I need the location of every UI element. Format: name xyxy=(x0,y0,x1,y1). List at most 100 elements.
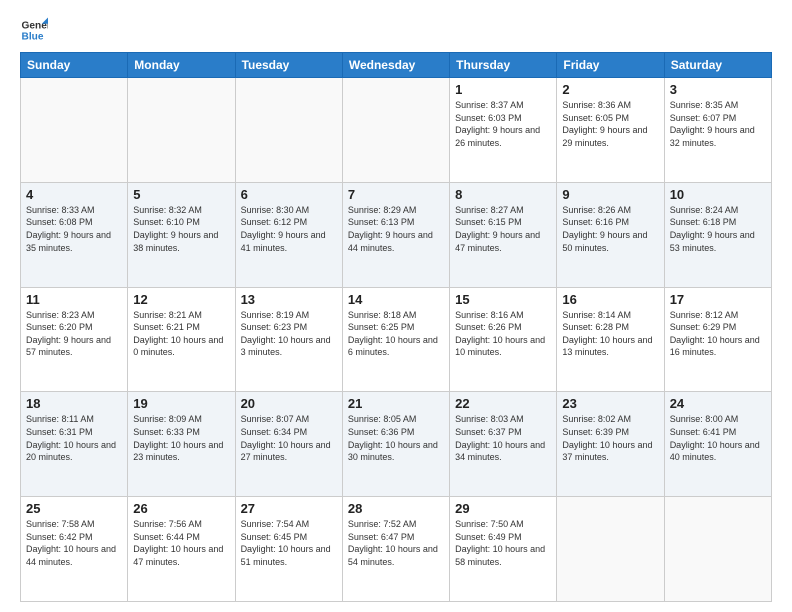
day-cell: 21 Sunrise: 8:05 AM Sunset: 6:36 PM Dayli… xyxy=(342,392,449,497)
day-number: 3 xyxy=(670,82,766,97)
day-cell: 26 Sunrise: 7:56 AM Sunset: 6:44 PM Dayli… xyxy=(128,497,235,602)
day-number: 2 xyxy=(562,82,658,97)
calendar-header-row: SundayMondayTuesdayWednesdayThursdayFrid… xyxy=(21,53,772,78)
day-info: Sunrise: 8:03 AM Sunset: 6:37 PM Dayligh… xyxy=(455,413,551,463)
day-cell: 17 Sunrise: 8:12 AM Sunset: 6:29 PM Dayli… xyxy=(664,287,771,392)
week-row-1: 1Sunrise: 8:37 AM Sunset: 6:03 PM Daylig… xyxy=(21,78,772,183)
day-info: Sunrise: 8:12 AM Sunset: 6:29 PM Dayligh… xyxy=(670,309,766,359)
day-info: Sunrise: 8:23 AM Sunset: 6:20 PM Dayligh… xyxy=(26,309,122,359)
day-cell: 14 Sunrise: 8:18 AM Sunset: 6:25 PM Dayli… xyxy=(342,287,449,392)
col-header-wednesday: Wednesday xyxy=(342,53,449,78)
col-header-sunday: Sunday xyxy=(21,53,128,78)
day-number: 17 xyxy=(670,292,766,307)
day-info: Sunrise: 8:14 AM Sunset: 6:28 PM Dayligh… xyxy=(562,309,658,359)
day-number: 27 xyxy=(241,501,337,516)
day-cell: 1Sunrise: 8:37 AM Sunset: 6:03 PM Daylig… xyxy=(450,78,557,183)
col-header-friday: Friday xyxy=(557,53,664,78)
day-info: Sunrise: 8:29 AM Sunset: 6:13 PM Dayligh… xyxy=(348,204,444,254)
day-cell: 8 Sunrise: 8:27 AM Sunset: 6:15 PM Daylig… xyxy=(450,182,557,287)
calendar-table: SundayMondayTuesdayWednesdayThursdayFrid… xyxy=(20,52,772,602)
day-cell: 12Sunrise: 8:21 AM Sunset: 6:21 PM Dayli… xyxy=(128,287,235,392)
day-number: 13 xyxy=(241,292,337,307)
day-info: Sunrise: 7:58 AM Sunset: 6:42 PM Dayligh… xyxy=(26,518,122,568)
day-cell: 20 Sunrise: 8:07 AM Sunset: 6:34 PM Dayli… xyxy=(235,392,342,497)
day-number: 12 xyxy=(133,292,229,307)
day-cell: 10 Sunrise: 8:24 AM Sunset: 6:18 PM Dayli… xyxy=(664,182,771,287)
week-row-5: 25 Sunrise: 7:58 AM Sunset: 6:42 PM Dayli… xyxy=(21,497,772,602)
week-row-3: 11 Sunrise: 8:23 AM Sunset: 6:20 PM Dayli… xyxy=(21,287,772,392)
day-number: 22 xyxy=(455,396,551,411)
day-number: 18 xyxy=(26,396,122,411)
day-number: 25 xyxy=(26,501,122,516)
day-info: Sunrise: 8:02 AM Sunset: 6:39 PM Dayligh… xyxy=(562,413,658,463)
day-number: 11 xyxy=(26,292,122,307)
day-info: Sunrise: 8:30 AM Sunset: 6:12 PM Dayligh… xyxy=(241,204,337,254)
day-number: 28 xyxy=(348,501,444,516)
day-cell xyxy=(21,78,128,183)
day-info: Sunrise: 8:05 AM Sunset: 6:36 PM Dayligh… xyxy=(348,413,444,463)
week-row-2: 4 Sunrise: 8:33 AM Sunset: 6:08 PM Daylig… xyxy=(21,182,772,287)
day-cell: 18Sunrise: 8:11 AM Sunset: 6:31 PM Dayli… xyxy=(21,392,128,497)
day-number: 14 xyxy=(348,292,444,307)
day-cell: 22 Sunrise: 8:03 AM Sunset: 6:37 PM Dayli… xyxy=(450,392,557,497)
day-number: 19 xyxy=(133,396,229,411)
day-info: Sunrise: 8:19 AM Sunset: 6:23 PM Dayligh… xyxy=(241,309,337,359)
day-cell xyxy=(128,78,235,183)
day-info: Sunrise: 8:09 AM Sunset: 6:33 PM Dayligh… xyxy=(133,413,229,463)
day-number: 5 xyxy=(133,187,229,202)
svg-text:Blue: Blue xyxy=(22,31,44,42)
week-row-4: 18Sunrise: 8:11 AM Sunset: 6:31 PM Dayli… xyxy=(21,392,772,497)
day-cell: 5 Sunrise: 8:32 AM Sunset: 6:10 PM Daylig… xyxy=(128,182,235,287)
day-info: Sunrise: 7:56 AM Sunset: 6:44 PM Dayligh… xyxy=(133,518,229,568)
day-cell: 24 Sunrise: 8:00 AM Sunset: 6:41 PM Dayli… xyxy=(664,392,771,497)
day-cell: 6Sunrise: 8:30 AM Sunset: 6:12 PM Daylig… xyxy=(235,182,342,287)
day-info: Sunrise: 8:26 AM Sunset: 6:16 PM Dayligh… xyxy=(562,204,658,254)
day-number: 9 xyxy=(562,187,658,202)
day-number: 7 xyxy=(348,187,444,202)
day-number: 20 xyxy=(241,396,337,411)
day-info: Sunrise: 8:27 AM Sunset: 6:15 PM Dayligh… xyxy=(455,204,551,254)
logo-icon: General Blue xyxy=(20,16,48,44)
day-number: 29 xyxy=(455,501,551,516)
day-cell: 2 Sunrise: 8:36 AM Sunset: 6:05 PM Daylig… xyxy=(557,78,664,183)
day-cell xyxy=(557,497,664,602)
day-info: Sunrise: 8:00 AM Sunset: 6:41 PM Dayligh… xyxy=(670,413,766,463)
day-number: 16 xyxy=(562,292,658,307)
day-number: 10 xyxy=(670,187,766,202)
day-cell xyxy=(664,497,771,602)
day-number: 24 xyxy=(670,396,766,411)
day-info: Sunrise: 8:33 AM Sunset: 6:08 PM Dayligh… xyxy=(26,204,122,254)
col-header-tuesday: Tuesday xyxy=(235,53,342,78)
day-cell: 7 Sunrise: 8:29 AM Sunset: 6:13 PM Daylig… xyxy=(342,182,449,287)
day-number: 1 xyxy=(455,82,551,97)
day-cell: 4 Sunrise: 8:33 AM Sunset: 6:08 PM Daylig… xyxy=(21,182,128,287)
col-header-thursday: Thursday xyxy=(450,53,557,78)
day-number: 23 xyxy=(562,396,658,411)
day-cell: 11 Sunrise: 8:23 AM Sunset: 6:20 PM Dayli… xyxy=(21,287,128,392)
day-cell: 23 Sunrise: 8:02 AM Sunset: 6:39 PM Dayli… xyxy=(557,392,664,497)
day-info: Sunrise: 8:35 AM Sunset: 6:07 PM Dayligh… xyxy=(670,99,766,149)
day-number: 26 xyxy=(133,501,229,516)
day-info: Sunrise: 8:18 AM Sunset: 6:25 PM Dayligh… xyxy=(348,309,444,359)
day-cell: 16 Sunrise: 8:14 AM Sunset: 6:28 PM Dayli… xyxy=(557,287,664,392)
day-cell xyxy=(235,78,342,183)
day-cell: 15Sunrise: 8:16 AM Sunset: 6:26 PM Dayli… xyxy=(450,287,557,392)
day-number: 4 xyxy=(26,187,122,202)
day-cell: 19 Sunrise: 8:09 AM Sunset: 6:33 PM Dayli… xyxy=(128,392,235,497)
day-info: Sunrise: 8:07 AM Sunset: 6:34 PM Dayligh… xyxy=(241,413,337,463)
day-cell: 3 Sunrise: 8:35 AM Sunset: 6:07 PM Daylig… xyxy=(664,78,771,183)
day-number: 21 xyxy=(348,396,444,411)
day-number: 8 xyxy=(455,187,551,202)
logo: General Blue xyxy=(20,16,48,44)
day-cell: 13 Sunrise: 8:19 AM Sunset: 6:23 PM Dayli… xyxy=(235,287,342,392)
day-info: Sunrise: 7:50 AM Sunset: 6:49 PM Dayligh… xyxy=(455,518,551,568)
day-info: Sunrise: 8:32 AM Sunset: 6:10 PM Dayligh… xyxy=(133,204,229,254)
day-info: Sunrise: 8:24 AM Sunset: 6:18 PM Dayligh… xyxy=(670,204,766,254)
day-cell: 27Sunrise: 7:54 AM Sunset: 6:45 PM Dayli… xyxy=(235,497,342,602)
day-cell: 9 Sunrise: 8:26 AM Sunset: 6:16 PM Daylig… xyxy=(557,182,664,287)
day-cell: 29 Sunrise: 7:50 AM Sunset: 6:49 PM Dayli… xyxy=(450,497,557,602)
day-info: Sunrise: 8:36 AM Sunset: 6:05 PM Dayligh… xyxy=(562,99,658,149)
day-number: 15 xyxy=(455,292,551,307)
header: General Blue xyxy=(20,16,772,44)
calendar-page: General Blue SundayMondayTuesdayWednesda… xyxy=(0,0,792,612)
